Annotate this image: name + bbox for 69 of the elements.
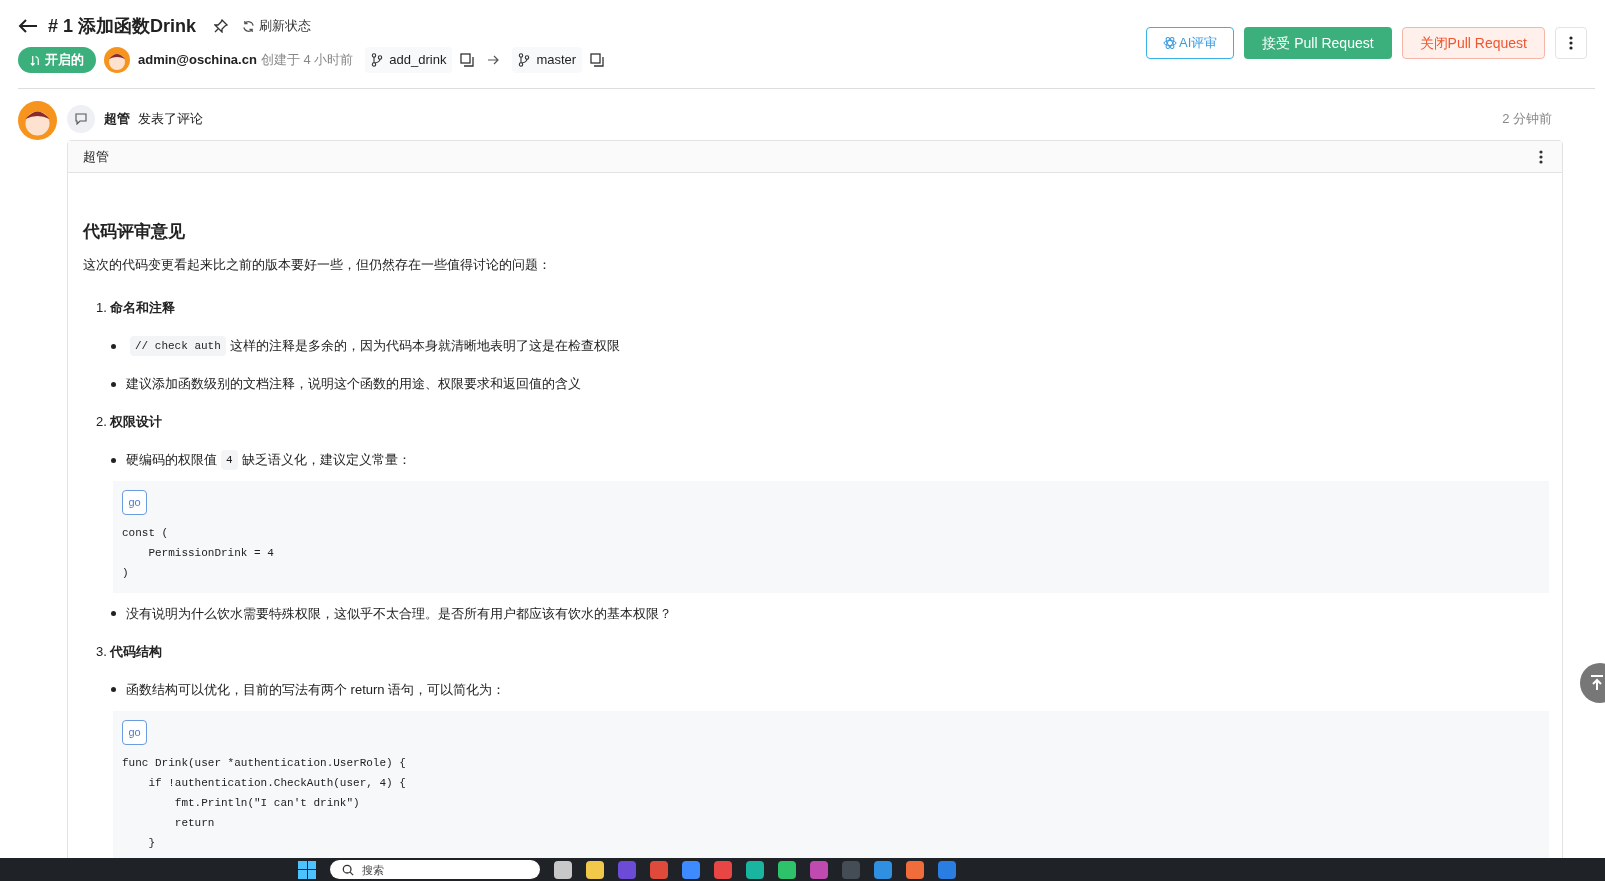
avatar-icon[interactable] — [104, 47, 130, 73]
code-line: const ( — [122, 525, 170, 541]
comment-time: 2 分钟前 — [1502, 110, 1552, 129]
list-text: 建议添加函数级别的文档注释，说明这个函数的用途、权限要求和返回值的含义 — [126, 375, 581, 394]
pr-title: # 1 添加函数Drink — [48, 14, 197, 38]
branch-icon — [371, 53, 384, 67]
list-number: 3. — [96, 643, 107, 661]
bullet-icon — [111, 381, 116, 387]
paragraph-text: 这次的代码变更看起来比之前的版本要好一些，但仍然存在一些值得讨论的问题： — [83, 256, 551, 274]
pin-icon[interactable] — [214, 19, 229, 33]
comment-action: 发表了评论 — [138, 110, 203, 129]
status-badge: 开启的 — [18, 47, 96, 73]
branch-icon — [518, 53, 531, 67]
section-heading: 代码评审意见 — [83, 221, 186, 243]
bullet-icon — [111, 457, 116, 463]
bullet-icon — [111, 343, 116, 349]
target-branch-tag[interactable]: master — [512, 47, 583, 73]
search-icon — [342, 863, 354, 876]
more-icon[interactable] — [1539, 149, 1543, 164]
code-line: ) — [122, 565, 130, 581]
list-text: 硬编码的权限值 — [126, 451, 217, 470]
app-icon[interactable] — [746, 860, 764, 879]
comment-icon — [67, 105, 95, 133]
back-arrow-icon[interactable] — [18, 18, 38, 34]
app-icon[interactable] — [906, 860, 924, 879]
app-icon[interactable] — [874, 860, 892, 879]
windows-start-icon[interactable] — [298, 860, 316, 879]
card-title: 超管 — [83, 147, 109, 166]
app-icon[interactable] — [682, 860, 700, 879]
atom-icon — [1163, 36, 1178, 50]
language-tag: go — [122, 719, 147, 745]
language-tag: go — [122, 489, 147, 515]
list-text: 没有说明为什么饮水需要特殊权限，这似乎不太合理。是否所有用户都应该有饮水的基本权限？ — [126, 605, 672, 623]
list-number: 2. — [96, 413, 107, 432]
more-icon — [1569, 36, 1573, 50]
arrow-right-icon — [488, 55, 501, 65]
app-icon[interactable] — [714, 860, 732, 879]
commenter-name[interactable]: 超管 — [104, 109, 130, 129]
copy-icon[interactable] — [460, 53, 475, 67]
search-field[interactable]: 搜索 — [330, 860, 540, 879]
refresh-icon — [242, 19, 256, 33]
section-title: 代码结构 — [109, 643, 162, 661]
code-line: func Drink(user *authentication.UserRole) { — [122, 755, 407, 771]
app-icon[interactable] — [586, 860, 604, 879]
bullet-icon — [111, 687, 116, 693]
inline-code: // check auth — [130, 335, 226, 357]
app-icon[interactable] — [778, 860, 796, 879]
arrow-up-icon — [1590, 675, 1604, 691]
list-text: 函数结构可以优化，目前的写法有两个 return 语句，可以简化为： — [126, 681, 506, 699]
created-time: 创建于 4 小时前 — [260, 51, 354, 70]
author-link[interactable]: admin@oschina.cn — [138, 50, 257, 70]
code-line: if !authentication.CheckAuth(user, 4) { — [147, 775, 407, 791]
source-branch-tag[interactable]: add_drink — [365, 47, 453, 73]
list-text: 缺乏语义化，建议定义常量： — [241, 451, 411, 470]
app-icon[interactable] — [554, 860, 572, 879]
list-number: 1. — [96, 299, 107, 318]
bullet-icon — [111, 611, 116, 617]
refresh-button[interactable]: 刷新状态 — [242, 16, 312, 36]
merge-icon — [30, 54, 41, 66]
code-line: fmt.Println("I can't drink") — [173, 795, 361, 811]
code-line: return — [173, 815, 216, 831]
copy-icon[interactable] — [590, 53, 605, 67]
section-title: 权限设计 — [109, 413, 162, 432]
inline-code: 4 — [221, 449, 238, 471]
code-line: } — [147, 835, 156, 851]
code-line: PermissionDrink = 4 — [147, 545, 275, 561]
avatar-icon[interactable] — [18, 101, 57, 140]
section-title: 命名和注释 — [109, 299, 175, 318]
list-text: 这样的注释是多余的，因为代码本身就清晰地表明了这是在检查权限 — [229, 337, 620, 356]
